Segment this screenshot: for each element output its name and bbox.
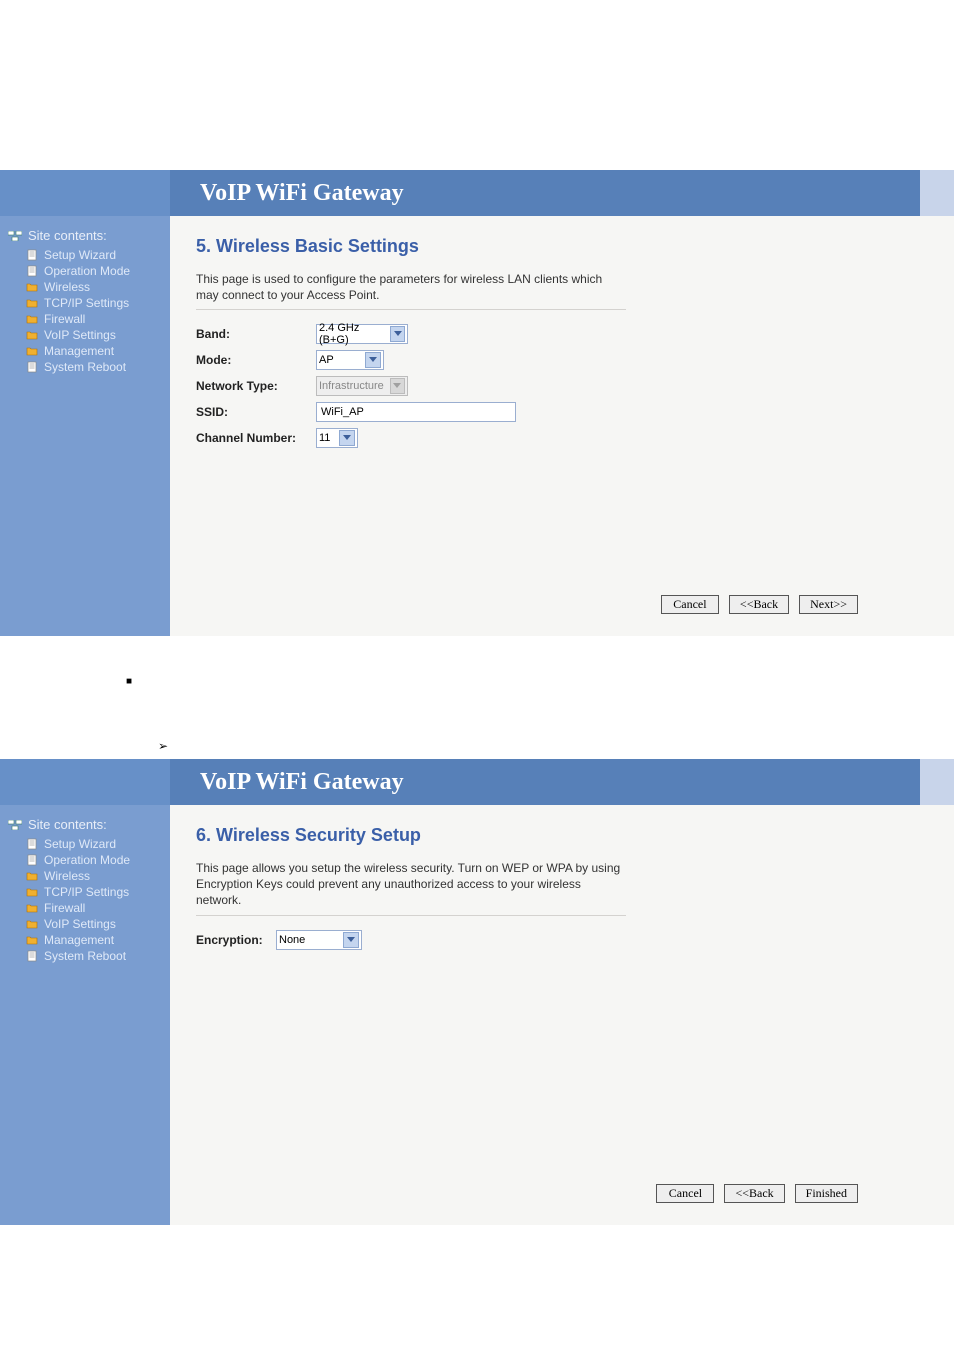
sidebar-item-label: System Reboot [44, 360, 126, 374]
chevron-down-icon [390, 326, 405, 342]
sidebar-item-firewall[interactable]: Firewall [26, 900, 162, 916]
content-panel: 5. Wireless Basic Settings This page is … [170, 216, 920, 636]
channel-select[interactable]: 11 [316, 428, 358, 448]
sidebar-item-label: TCP/IP Settings [44, 885, 129, 899]
nav-list: Setup Wizard Operation Mode Wireless TCP/IP… [8, 836, 162, 964]
header-title: VoIP WiFi Gateway [170, 759, 920, 805]
label-network-type: Network Type: [196, 379, 316, 393]
sidebar-item-label: VoIP Settings [44, 328, 116, 342]
sidebar-item-label: Operation Mode [44, 264, 130, 278]
encryption-select[interactable]: None [276, 930, 362, 950]
sidebar-item-voip-settings[interactable]: VoIP Settings [26, 916, 162, 932]
sidebar-title-label: Site contents: [28, 817, 107, 832]
sidebar-item-tcp-ip-settings[interactable]: TCP/IP Settings [26, 884, 162, 900]
page-desc: This page is used to configure the param… [196, 271, 626, 303]
folder-icon [26, 345, 38, 357]
sidebar-item-firewall[interactable]: Firewall [26, 311, 162, 327]
folder-icon [26, 934, 38, 946]
sidebar: Site contents: Setup Wizard Operation Mod… [0, 216, 170, 636]
cancel-button[interactable]: Cancel [656, 1184, 714, 1203]
sidebar-item-management[interactable]: Management [26, 343, 162, 359]
chevron-down-icon [365, 352, 381, 368]
back-button[interactable]: <<Back [724, 1184, 784, 1203]
band-select[interactable]: 2.4 GHz (B+G) [316, 324, 408, 344]
page-icon [26, 249, 38, 261]
page-title: 5. Wireless Basic Settings [196, 236, 892, 257]
sidebar-title-label: Site contents: [28, 228, 107, 243]
sidebar-item-management[interactable]: Management [26, 932, 162, 948]
chevron-down-icon [339, 430, 355, 446]
page-icon [26, 265, 38, 277]
sidebar-item-tcp-ip-settings[interactable]: TCP/IP Settings [26, 295, 162, 311]
sidebar: Site contents: Setup Wizard Operation Mod… [0, 805, 170, 1225]
sidebar-item-voip-settings[interactable]: VoIP Settings [26, 327, 162, 343]
mode-select[interactable]: AP [316, 350, 384, 370]
page-title: 6. Wireless Security Setup [196, 825, 892, 846]
folder-icon [26, 870, 38, 882]
finished-button[interactable]: Finished [795, 1184, 858, 1203]
folder-icon [26, 297, 38, 309]
sidebar-item-label: Operation Mode [44, 853, 130, 867]
network-type-select: Infrastructure [316, 376, 408, 396]
sidebar-item-label: Firewall [44, 312, 85, 326]
sidebar-item-label: Management [44, 344, 114, 358]
folder-icon [26, 281, 38, 293]
sidebar-item-label: Wireless [44, 869, 90, 883]
sidebar-item-operation-mode[interactable]: Operation Mode [26, 852, 162, 868]
chevron-down-icon [343, 932, 359, 948]
divider [196, 309, 626, 310]
label-band: Band: [196, 327, 316, 341]
header-bar: VoIP WiFi Gateway [0, 170, 954, 216]
nav-list: Setup Wizard Operation Mode Wireless TCP/IP… [8, 247, 162, 375]
folder-icon [26, 902, 38, 914]
wizard-buttons: Cancel <<Back Next>> [661, 595, 858, 614]
header-title: VoIP WiFi Gateway [170, 170, 920, 216]
sidebar-item-label: Management [44, 933, 114, 947]
square-bullet-icon: ■ [126, 676, 954, 687]
gateway-screen-6: VoIP WiFi Gateway Site contents: Setup W… [0, 759, 954, 1225]
header-bar: VoIP WiFi Gateway [0, 759, 954, 805]
sidebar-title: Site contents: [8, 817, 162, 832]
content-panel: 6. Wireless Security Setup This page all… [170, 805, 920, 1225]
divider [196, 915, 626, 916]
sidebar-title: Site contents: [8, 228, 162, 243]
folder-icon [26, 313, 38, 325]
folder-icon [26, 886, 38, 898]
sidebar-item-label: System Reboot [44, 949, 126, 963]
next-button[interactable]: Next>> [799, 595, 858, 614]
ssid-input[interactable] [316, 402, 516, 422]
cancel-button[interactable]: Cancel [661, 595, 719, 614]
label-channel: Channel Number: [196, 431, 316, 445]
page-icon [26, 361, 38, 373]
chevron-down-icon [390, 378, 405, 394]
sidebar-item-label: TCP/IP Settings [44, 296, 129, 310]
sidebar-item-label: Firewall [44, 901, 85, 915]
page-desc: This page allows you setup the wireless … [196, 860, 626, 909]
sidebar-item-system-reboot[interactable]: System Reboot [26, 359, 162, 375]
label-encryption: Encryption: [196, 933, 276, 947]
sidebar-item-setup-wizard[interactable]: Setup Wizard [26, 836, 162, 852]
folder-icon [26, 329, 38, 341]
sidebar-item-setup-wizard[interactable]: Setup Wizard [26, 247, 162, 263]
sidebar-item-wireless[interactable]: Wireless [26, 868, 162, 884]
page-icon [26, 950, 38, 962]
sidebar-item-label: Wireless [44, 280, 90, 294]
page-icon [26, 854, 38, 866]
triangle-bullet-icon: ➢ [158, 739, 954, 753]
sidebar-item-label: VoIP Settings [44, 917, 116, 931]
sidebar-item-operation-mode[interactable]: Operation Mode [26, 263, 162, 279]
sitemap-icon [8, 820, 22, 830]
page-icon [26, 838, 38, 850]
sidebar-item-label: Setup Wizard [44, 248, 116, 262]
gateway-screen-5: VoIP WiFi Gateway Site contents: Setup W… [0, 170, 954, 636]
folder-icon [26, 918, 38, 930]
label-ssid: SSID: [196, 405, 316, 419]
sidebar-item-label: Setup Wizard [44, 837, 116, 851]
wizard-buttons: Cancel <<Back Finished [656, 1184, 858, 1203]
label-mode: Mode: [196, 353, 316, 367]
back-button[interactable]: <<Back [729, 595, 789, 614]
sidebar-item-system-reboot[interactable]: System Reboot [26, 948, 162, 964]
sitemap-icon [8, 231, 22, 241]
sidebar-item-wireless[interactable]: Wireless [26, 279, 162, 295]
